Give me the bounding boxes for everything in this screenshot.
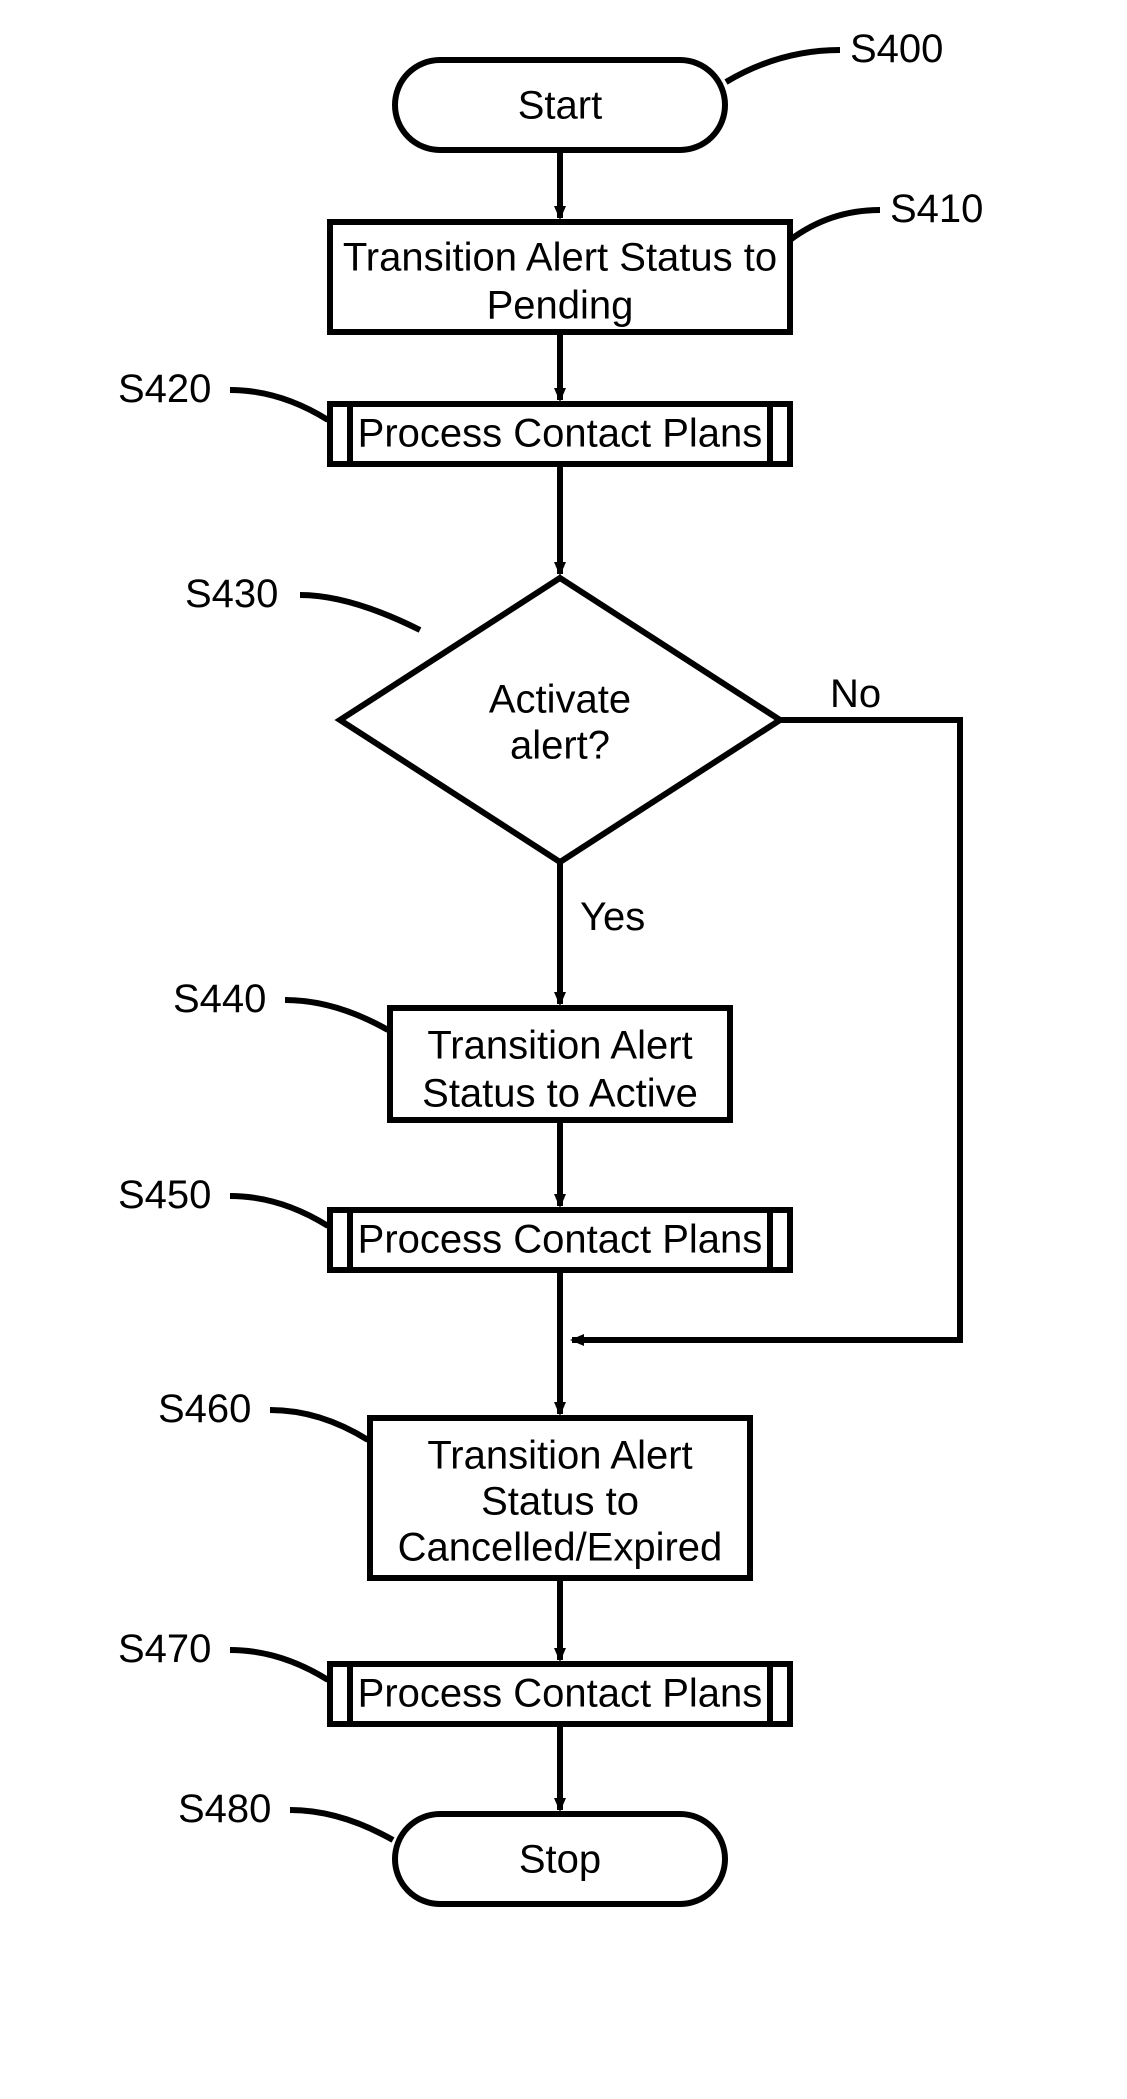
svg-text:Transition Alert: Transition Alert [427, 1434, 692, 1478]
s420-node: Process Contact Plans [330, 404, 790, 464]
stop-node: Stop [395, 1814, 725, 1904]
svg-text:Process Contact Plans: Process Contact Plans [358, 1672, 763, 1716]
svg-text:Status to: Status to [481, 1480, 639, 1524]
svg-text:alert?: alert? [510, 724, 610, 768]
svg-text:S460: S460 [158, 1387, 251, 1431]
svg-text:Process Contact Plans: Process Contact Plans [358, 1218, 763, 1262]
s480-ref: S480 [178, 1787, 393, 1840]
flowchart-diagram: Start S400 Transition Alert Status to Pe… [0, 0, 1127, 2099]
svg-text:No: No [830, 672, 881, 716]
s410-node: Transition Alert Status to Pending [330, 222, 790, 332]
svg-text:Process Contact Plans: Process Contact Plans [358, 412, 763, 456]
svg-text:S470: S470 [118, 1627, 211, 1671]
svg-text:S400: S400 [850, 27, 943, 71]
s400-ref: S400 [726, 27, 943, 82]
svg-text:S430: S430 [185, 572, 278, 616]
s460-ref: S460 [158, 1387, 368, 1440]
svg-text:Status to Active: Status to Active [422, 1072, 698, 1116]
s450-node: Process Contact Plans [330, 1210, 790, 1270]
svg-text:Pending: Pending [487, 284, 634, 328]
s420-ref: S420 [118, 367, 328, 420]
svg-text:Cancelled/Expired: Cancelled/Expired [398, 1526, 723, 1570]
svg-text:Transition Alert: Transition Alert [427, 1024, 692, 1068]
svg-text:S480: S480 [178, 1787, 271, 1831]
svg-text:S410: S410 [890, 187, 983, 231]
s460-node: Transition Alert Status to Cancelled/Exp… [370, 1418, 750, 1578]
svg-text:Activate: Activate [489, 678, 631, 722]
stop-label: Stop [519, 1838, 601, 1882]
edge-yes: Yes [560, 862, 645, 1004]
s410-ref: S410 [790, 187, 983, 240]
svg-text:S420: S420 [118, 367, 211, 411]
s440-ref: S440 [173, 977, 388, 1030]
s450-ref: S450 [118, 1173, 328, 1226]
start-label: Start [518, 84, 602, 128]
svg-text:Yes: Yes [580, 895, 645, 939]
start-node: Start [395, 60, 725, 150]
s470-node: Process Contact Plans [330, 1664, 790, 1724]
s430-ref: S430 [185, 572, 420, 630]
svg-text:S440: S440 [173, 977, 266, 1021]
s470-ref: S470 [118, 1627, 328, 1680]
s440-node: Transition Alert Status to Active [390, 1008, 730, 1120]
svg-text:S450: S450 [118, 1173, 211, 1217]
svg-text:Transition Alert Status to: Transition Alert Status to [343, 236, 777, 280]
